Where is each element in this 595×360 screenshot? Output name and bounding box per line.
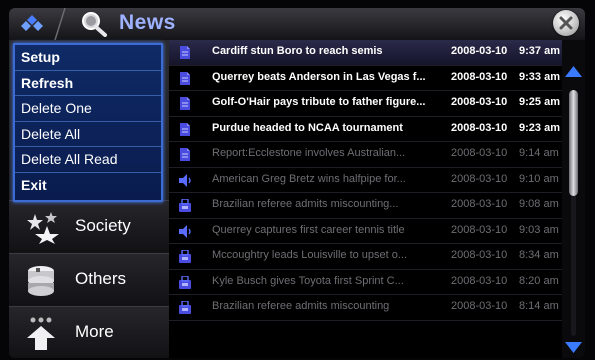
news-title: Brazilian referee admits miscounting... [212, 198, 399, 210]
news-date: 2008-03-10 [451, 223, 508, 236]
diamond-logo-icon[interactable] [21, 14, 43, 34]
scroll-down-icon[interactable] [565, 342, 582, 354]
news-row[interactable]: Purdue headed to NCAA tournament 2008-03-… [169, 117, 562, 142]
news-title: Report:Ecclestone involves Australian... [212, 147, 406, 159]
news-date: 2008-03-10 [451, 198, 508, 210]
news-time: 9:14 am [519, 147, 559, 159]
news-date: 2008-03-10 [451, 147, 508, 159]
news-date: 2008-03-10 [451, 121, 508, 134]
category-others[interactable]: Others [9, 253, 169, 307]
news-time: 8:34 am [519, 249, 559, 261]
headset-icon [179, 300, 191, 314]
news-row[interactable]: Querrey beats Anderson in Las Vegas f...… [169, 66, 562, 91]
category-society[interactable]: Society [9, 200, 169, 254]
news-title: Golf-O'Hair pays tribute to father figur… [212, 96, 426, 108]
speaker-icon [179, 173, 191, 187]
options-menu: Setup Refresh Delete One Delete All Dele… [13, 43, 163, 202]
headset-icon [179, 249, 191, 263]
scroll-up-icon[interactable] [565, 66, 582, 78]
news-app-window: News Society Others More Setup Refresh D… [9, 8, 585, 358]
headset-icon [179, 198, 191, 212]
news-date: 2008-03-10 [451, 45, 508, 57]
news-time: 9:25 am [519, 96, 560, 108]
app-title: News [119, 11, 176, 34]
document-icon [179, 122, 191, 136]
document-icon [179, 97, 191, 110]
news-time: 8:14 am [519, 300, 559, 312]
headset-icon [179, 274, 191, 289]
news-list: Cardiff stun Boro to reach semis 2008-03-… [169, 40, 562, 358]
category-more[interactable]: More [9, 306, 169, 358]
news-title: Brazilian referee admits miscounting [212, 300, 390, 312]
news-title: Cardiff stun Boro to reach semis [212, 45, 383, 57]
scroll-thumb[interactable] [569, 90, 578, 196]
news-row[interactable]: Brazilian referee admits miscounting... 2… [169, 193, 562, 219]
magnifier-icon[interactable] [79, 11, 109, 37]
news-row[interactable]: Report:Ecclestone involves Australian...… [169, 142, 562, 168]
category-label: Others [75, 269, 127, 288]
news-time: 9:08 am [519, 198, 559, 210]
news-title: Querrey captures first career tennis tit… [212, 223, 405, 236]
close-button[interactable] [553, 10, 579, 36]
news-date: 2008-03-10 [451, 172, 508, 185]
news-time: 9:33 am [519, 70, 560, 83]
news-title: Kyle Busch gives Toyota first Sprint C..… [212, 274, 404, 287]
news-row[interactable]: American Greg Bretz wins halfpipe for...… [169, 168, 562, 193]
title-bar: News [9, 8, 585, 41]
document-icon [179, 46, 191, 59]
stack-icon [28, 266, 54, 296]
scrollbar[interactable] [562, 40, 585, 358]
category-label: More [75, 322, 114, 341]
speaker-icon [179, 224, 191, 238]
news-row[interactable]: Querrey captures first career tennis tit… [169, 219, 562, 244]
document-icon [179, 71, 191, 85]
news-time: 9:37 am [519, 45, 560, 57]
news-title: Mccoughtry leads Louisville to upset o..… [212, 249, 408, 261]
menu-item-delete-all-read[interactable]: Delete All Read [15, 147, 161, 173]
news-time: 9:03 am [519, 223, 559, 236]
news-time: 9:10 am [519, 172, 559, 185]
news-date: 2008-03-10 [451, 96, 508, 108]
news-time: 8:20 am [519, 274, 559, 287]
news-row[interactable]: Brazilian referee admits miscounting 2008… [169, 295, 562, 321]
document-icon [179, 148, 191, 161]
left-pane: Society Others More Setup Refresh Delete… [9, 40, 169, 358]
news-row[interactable]: Cardiff stun Boro to reach semis 2008-03-… [169, 40, 562, 66]
star-cluster-icon [27, 212, 59, 244]
news-row[interactable]: Kyle Busch gives Toyota first Sprint C..… [169, 270, 562, 295]
news-title: Purdue headed to NCAA tournament [212, 121, 403, 134]
close-icon [559, 16, 573, 30]
category-label: Society [75, 216, 131, 235]
news-title: American Greg Bretz wins halfpipe for... [212, 172, 406, 185]
news-date: 2008-03-10 [451, 300, 508, 312]
title-divider [54, 8, 66, 40]
menu-item-refresh[interactable]: Refresh [15, 71, 161, 96]
menu-item-exit[interactable]: Exit [15, 173, 161, 199]
news-date: 2008-03-10 [451, 70, 508, 83]
news-time: 9:23 am [519, 121, 560, 134]
news-date: 2008-03-10 [451, 249, 508, 261]
menu-item-delete-one[interactable]: Delete One [15, 96, 161, 122]
menu-item-setup[interactable]: Setup [15, 45, 161, 71]
menu-item-delete-all[interactable]: Delete All [15, 122, 161, 147]
up-arrow-icon [27, 317, 55, 350]
news-title: Querrey beats Anderson in Las Vegas f... [212, 70, 426, 83]
news-date: 2008-03-10 [451, 274, 508, 287]
news-row[interactable]: Mccoughtry leads Louisville to upset o..… [169, 244, 562, 270]
news-row[interactable]: Golf-O'Hair pays tribute to father figur… [169, 91, 562, 117]
